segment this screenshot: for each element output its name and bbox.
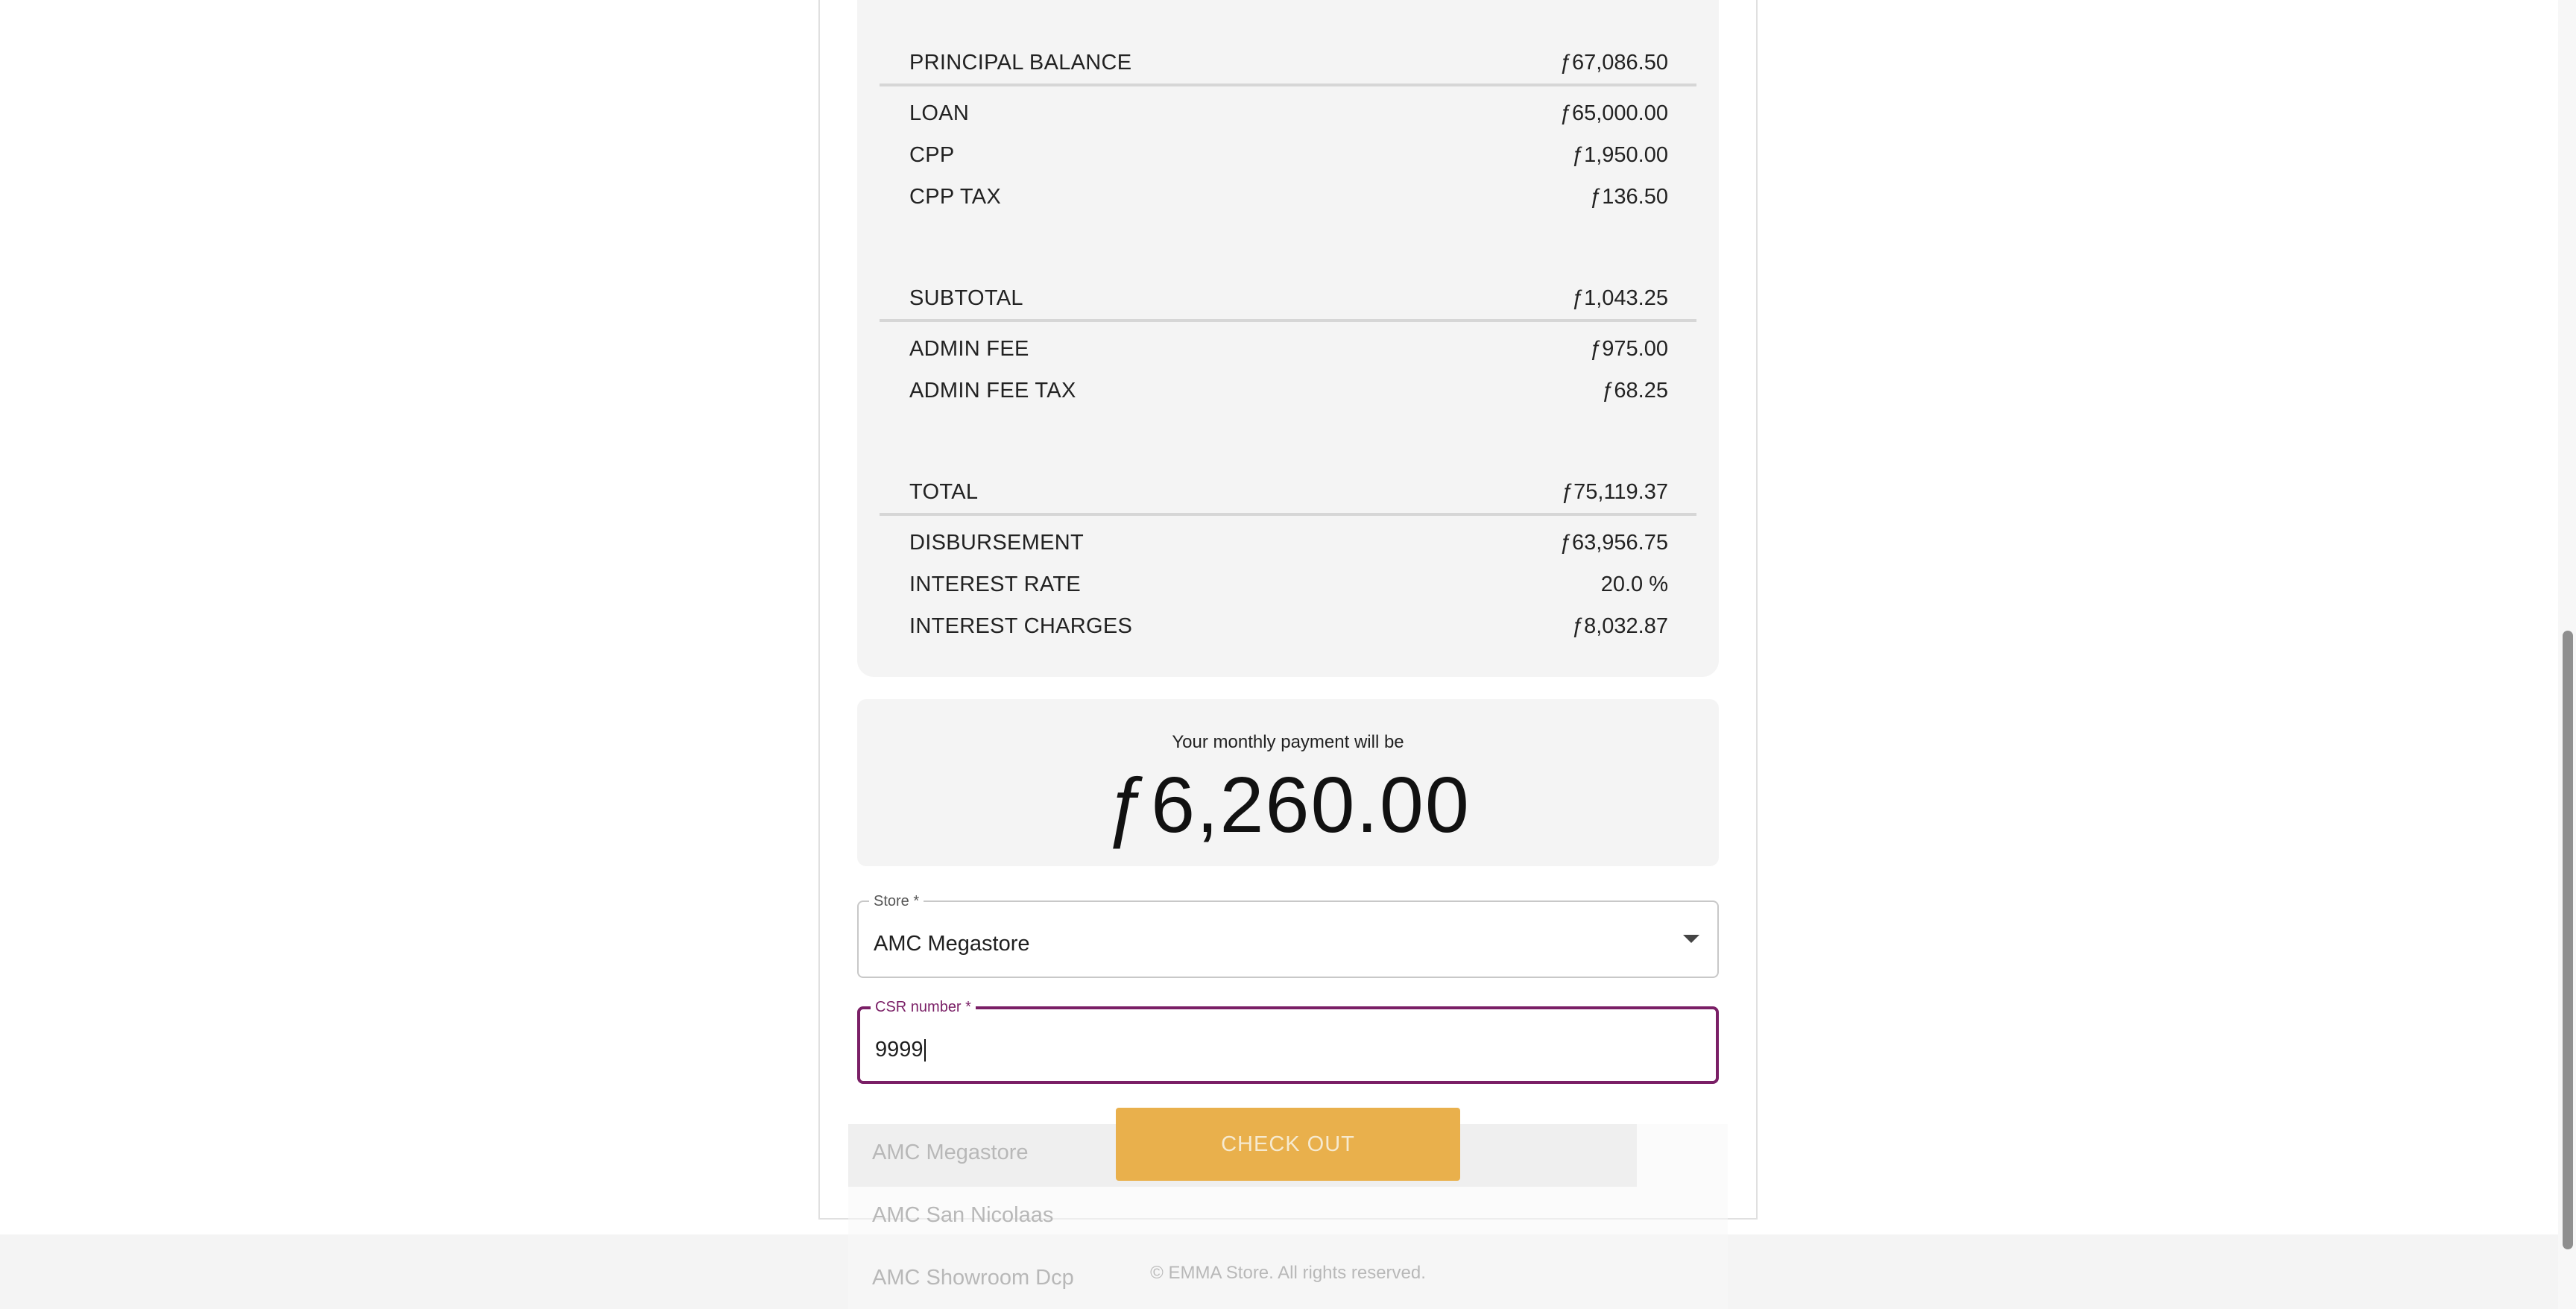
row-label: ADMIN FEE TAX	[909, 378, 1076, 403]
summary-row-principal-balance: PRINCIPAL BALANCE ƒ67,086.50	[909, 42, 1668, 83]
row-value: ƒ63,956.75	[1559, 530, 1668, 555]
row-value: ƒ1,043.25	[1571, 286, 1668, 310]
store-select-value: AMC Megastore	[874, 932, 1030, 956]
csr-number-input[interactable]: CSR number * 9999	[857, 999, 1719, 1084]
row-value: ƒ65,000.00	[1559, 101, 1668, 125]
row-value: ƒ136.50	[1590, 184, 1668, 209]
monthly-payment-amount: ƒ6,260.00	[1105, 761, 1471, 849]
row-value: ƒ68.25	[1602, 378, 1668, 403]
row-label: LOAN	[909, 101, 970, 125]
check-out-button[interactable]: CHECK OUT	[1116, 1108, 1460, 1181]
monthly-payment-caption: Your monthly payment will be	[1172, 732, 1404, 752]
row-label: ADMIN FEE	[909, 336, 1029, 361]
store-select[interactable]: Store * AMC Megastore	[857, 893, 1719, 978]
scrollbar-thumb[interactable]	[2563, 631, 2573, 1249]
csr-number-text: 9999	[875, 1038, 924, 1062]
store-option[interactable]: AMC San Nicolaas	[872, 1203, 1053, 1228]
row-label: CPP TAX	[909, 184, 1001, 209]
divider	[880, 83, 1696, 86]
row-label: SUBTOTAL	[909, 286, 1023, 310]
row-label: CPP	[909, 142, 955, 167]
summary-row-subtotal: SUBTOTAL ƒ1,043.25	[909, 277, 1668, 319]
row-label: PRINCIPAL BALANCE	[909, 50, 1132, 75]
summary-row-loan: LOAN ƒ65,000.00	[909, 92, 1668, 134]
summary-row-cpp-tax: CPP TAX ƒ136.50	[909, 176, 1668, 218]
row-value: ƒ1,950.00	[1571, 142, 1668, 167]
store-option[interactable]: AMC Showroom Dcp	[872, 1266, 1074, 1290]
row-value: ƒ75,119.37	[1562, 479, 1668, 504]
page: PRINCIPAL BALANCE ƒ67,086.50 LOAN ƒ65,00…	[0, 0, 2576, 1309]
summary-row-admin-fee: ADMIN FEE ƒ975.00	[909, 328, 1668, 370]
row-label: TOTAL	[909, 479, 979, 504]
text-caret	[924, 1039, 926, 1062]
row-value: ƒ975.00	[1590, 336, 1668, 361]
summary-row-total: TOTAL ƒ75,119.37	[909, 471, 1668, 513]
chevron-down-icon[interactable]	[1683, 935, 1699, 943]
row-value: ƒ67,086.50	[1559, 50, 1668, 75]
divider	[880, 513, 1696, 516]
store-option[interactable]: AMC Megastore	[872, 1141, 1029, 1165]
summary-row-admin-fee-tax: ADMIN FEE TAX ƒ68.25	[909, 370, 1668, 411]
divider	[880, 319, 1696, 322]
row-label: INTEREST RATE	[909, 572, 1082, 596]
summary-row-interest-charges: INTEREST CHARGES ƒ8,032.87	[909, 605, 1668, 647]
summary-row-cpp: CPP ƒ1,950.00	[909, 134, 1668, 176]
row-value: 20.0 %	[1600, 572, 1668, 596]
row-label: INTEREST CHARGES	[909, 614, 1133, 638]
row-label: DISBURSEMENT	[909, 530, 1085, 555]
row-value: ƒ8,032.87	[1571, 614, 1668, 638]
csr-number-value: 9999	[875, 1038, 926, 1062]
store-select-label: Store *	[869, 893, 924, 910]
summary-row-interest-rate: INTEREST RATE 20.0 %	[909, 564, 1668, 605]
monthly-payment-panel: Your monthly payment will be ƒ6,260.00	[857, 699, 1719, 866]
csr-number-label: CSR number *	[871, 999, 976, 1016]
summary-row-disbursement: DISBURSEMENT ƒ63,956.75	[909, 522, 1668, 564]
